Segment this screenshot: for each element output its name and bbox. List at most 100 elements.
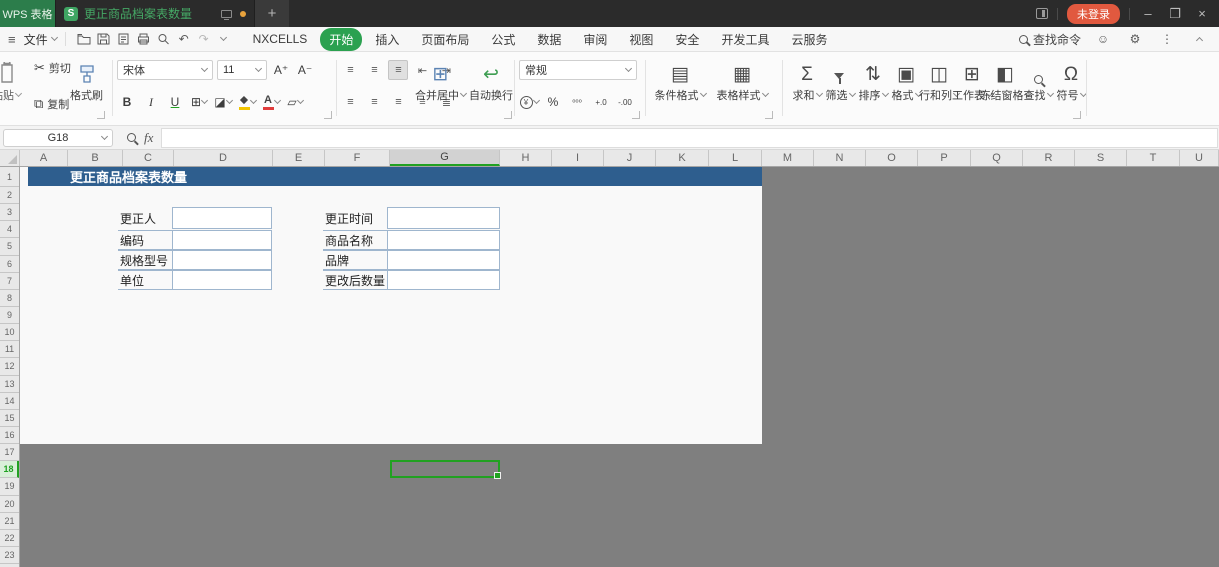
form-input-更正人[interactable]	[172, 207, 272, 229]
maximize-button[interactable]: ❐	[1166, 6, 1184, 22]
row-header-7[interactable]: 7	[0, 273, 19, 290]
form-input-编码[interactable]	[172, 230, 272, 250]
column-header-L[interactable]: L	[709, 150, 762, 166]
wps-app-tab[interactable]: WPS 表格	[0, 0, 55, 27]
sheet-title-banner[interactable]: 更正商品档案表数量	[28, 167, 762, 186]
file-menu[interactable]: 文件	[24, 31, 57, 48]
format-painter-button[interactable]: 格式刷	[70, 60, 103, 103]
column-header-S[interactable]: S	[1075, 150, 1127, 166]
copy-button[interactable]: ⧉复制	[34, 96, 71, 112]
borders-button[interactable]: ⊞	[189, 92, 209, 112]
menu-tab-开始[interactable]: 开始	[320, 28, 362, 51]
row-header-22[interactable]: 22	[0, 530, 19, 547]
form-input-品牌[interactable]	[387, 250, 500, 270]
monitor-icon[interactable]	[221, 10, 232, 18]
符号-button[interactable]: Ω符号	[1056, 60, 1086, 103]
currency-format-button[interactable]: ¥	[519, 92, 539, 112]
select-all-corner[interactable]	[0, 150, 20, 166]
column-header-F[interactable]: F	[325, 150, 390, 166]
font-size-select[interactable]: 11	[217, 60, 267, 80]
close-button[interactable]: ×	[1193, 6, 1211, 21]
row-header-13[interactable]: 13	[0, 376, 19, 393]
increase-decimal-button[interactable]: +.0	[591, 92, 611, 112]
align-top-button[interactable]: ≡	[340, 60, 360, 80]
column-header-A[interactable]: A	[20, 150, 68, 166]
find-command[interactable]: 查找命令	[1019, 31, 1081, 48]
form-input-更正时间[interactable]	[387, 207, 500, 229]
column-header-H[interactable]: H	[500, 150, 552, 166]
hamburger-menu-icon[interactable]: ≡	[8, 32, 16, 47]
row-header-11[interactable]: 11	[0, 341, 19, 358]
row-header-21[interactable]: 21	[0, 513, 19, 530]
decrease-decimal-button[interactable]: -.00	[615, 92, 635, 112]
form-input-单位[interactable]	[172, 270, 272, 290]
row-header-19[interactable]: 19	[0, 478, 19, 495]
column-header-P[interactable]: P	[918, 150, 971, 166]
条件格式-button[interactable]: ▤条件格式	[652, 60, 708, 103]
menu-tab-视图[interactable]: 视图	[620, 28, 662, 51]
筛选-button[interactable]: 筛选	[825, 60, 855, 103]
paste-button[interactable]: 粘贴	[0, 60, 21, 103]
menu-tab-页面布局[interactable]: 页面布局	[412, 28, 478, 51]
bold-button[interactable]: B	[117, 92, 137, 112]
gear-icon[interactable]: ⚙	[1125, 29, 1145, 49]
menu-tab-公式[interactable]: 公式	[482, 28, 524, 51]
column-header-E[interactable]: E	[273, 150, 325, 166]
column-header-D[interactable]: D	[174, 150, 273, 166]
align-center-button[interactable]: ≡	[364, 92, 384, 112]
cut-button[interactable]: ✂剪切	[34, 60, 71, 76]
row-header-2[interactable]: 2	[0, 187, 19, 204]
column-header-O[interactable]: O	[866, 150, 918, 166]
row-header-12[interactable]: 12	[0, 358, 19, 375]
row-header-15[interactable]: 15	[0, 410, 19, 427]
row-header-6[interactable]: 6	[0, 256, 19, 273]
sheet-grid[interactable]: 更正商品档案表数量 更正人编码规格型号单位更正时间商品名称品牌更改后数量 123…	[0, 167, 1219, 567]
align-left-button[interactable]: ≡	[340, 92, 360, 112]
collapse-ribbon-icon[interactable]	[1189, 29, 1209, 49]
column-header-C[interactable]: C	[123, 150, 174, 166]
comma-format-button[interactable]: ⁰⁰⁰	[567, 92, 587, 112]
表格样式-button[interactable]: ▦表格样式	[714, 60, 770, 103]
formula-input[interactable]	[161, 128, 1218, 148]
排序-button[interactable]: ⇅排序	[858, 60, 888, 103]
column-header-T[interactable]: T	[1127, 150, 1180, 166]
行和列-button[interactable]: ◫行和列	[924, 60, 954, 103]
increase-font-button[interactable]: A⁺	[271, 60, 291, 80]
column-header-N[interactable]: N	[814, 150, 866, 166]
column-header-J[interactable]: J	[604, 150, 656, 166]
insert-function-icon[interactable]	[127, 133, 136, 142]
row-header-3[interactable]: 3	[0, 204, 19, 221]
row-header-18[interactable]: 18	[0, 461, 19, 478]
row-header-23[interactable]: 23	[0, 547, 19, 564]
feedback-icon[interactable]: ☺	[1093, 29, 1113, 49]
selected-cell-g18[interactable]	[390, 460, 500, 478]
menu-tab-开发工具[interactable]: 开发工具	[712, 28, 778, 51]
row-header-16[interactable]: 16	[0, 427, 19, 444]
wrap-text-button[interactable]: ↩ 自动换行	[469, 60, 513, 103]
login-status-badge[interactable]: 未登录	[1067, 4, 1120, 24]
menu-tab-插入[interactable]: 插入	[366, 28, 408, 51]
menu-tab-安全[interactable]: 安全	[666, 28, 708, 51]
export-pdf-icon[interactable]	[114, 29, 134, 49]
new-tab-button[interactable]: +	[255, 0, 289, 27]
menu-tab-云服务[interactable]: 云服务	[782, 28, 836, 51]
menu-tab-数据[interactable]: 数据	[528, 28, 570, 51]
underline-button[interactable]: U	[165, 92, 185, 112]
align-bottom-button[interactable]: ≡	[388, 60, 408, 80]
menu-tab-NXCELLS[interactable]: NXCELLS	[244, 29, 317, 49]
格式-button[interactable]: ▣格式	[891, 60, 921, 103]
quickbar-dropdown-icon[interactable]	[214, 29, 234, 49]
column-header-U[interactable]: U	[1180, 150, 1219, 166]
fx-label[interactable]: fx	[144, 130, 153, 146]
minimize-button[interactable]: –	[1139, 6, 1157, 21]
column-header-K[interactable]: K	[656, 150, 709, 166]
redo-icon[interactable]: ↷	[194, 29, 214, 49]
print-icon[interactable]	[134, 29, 154, 49]
print-preview-icon[interactable]	[154, 29, 174, 49]
column-header-M[interactable]: M	[762, 150, 814, 166]
form-input-规格型号[interactable]	[172, 250, 272, 270]
italic-button[interactable]: I	[141, 92, 161, 112]
fill-color-button[interactable]: ⬥	[237, 92, 257, 112]
undo-icon[interactable]: ↶	[174, 29, 194, 49]
decrease-font-button[interactable]: A⁻	[295, 60, 315, 80]
